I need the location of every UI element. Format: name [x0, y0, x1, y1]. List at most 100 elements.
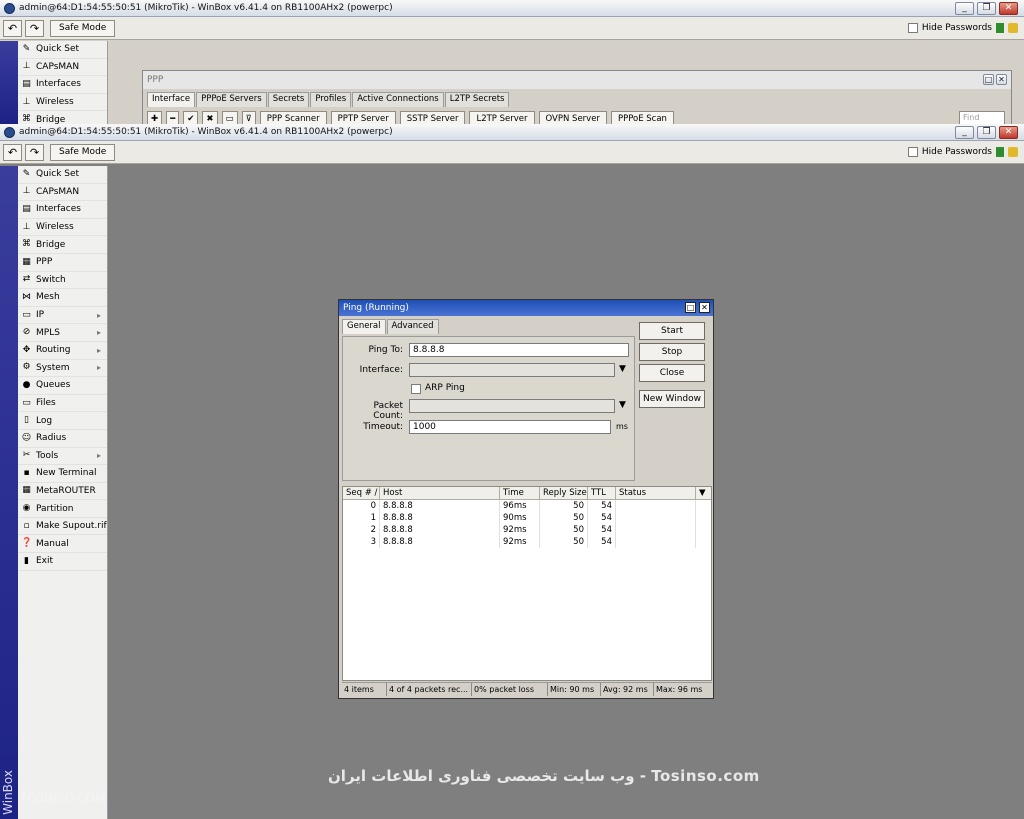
sidebar-item-routing[interactable]: ✥ Routing ▸	[18, 342, 107, 360]
sidebar-item-label: PPP	[36, 257, 53, 268]
columns-dropdown-icon[interactable]: ▼	[696, 487, 710, 499]
sidebar-item-partition[interactable]: ◉ Partition	[18, 500, 107, 518]
interface-dropdown-icon[interactable]: ▼	[619, 364, 626, 374]
sidebar-item-queues[interactable]: ● Queues	[18, 377, 107, 395]
sidebar-item-system[interactable]: ⚙ System ▸	[18, 360, 107, 378]
ppp-maximize-button[interactable]: □	[983, 74, 994, 85]
ppp-button-ovpn-server[interactable]: OVPN Server	[538, 111, 607, 124]
ppp-tab-pppoe-servers[interactable]: PPPoE Servers	[196, 92, 267, 107]
table-row[interactable]: 3 8.8.8.8 92ms 50 54	[343, 536, 711, 548]
undo-button[interactable]: ↶	[3, 143, 22, 161]
add-icon[interactable]: ✚	[147, 111, 163, 124]
ping-to-input[interactable]: 8.8.8.8	[409, 343, 629, 357]
arp-ping-checkbox[interactable]	[411, 384, 421, 394]
metarouter-icon: ▦	[22, 485, 31, 496]
sidebar-item-label: Tools	[36, 450, 59, 461]
ppp-window: PPP □ ✕ Interface PPPoE Servers Secrets Pro…	[142, 70, 1012, 124]
sidebar-item-bridge[interactable]: ⌘ Bridge	[18, 111, 107, 124]
col-host[interactable]: Host	[380, 487, 500, 499]
hide-passwords-checkbox[interactable]	[907, 147, 918, 157]
sidebar-item-ppp[interactable]: ▦ PPP	[18, 254, 107, 272]
sidebar-item-ip[interactable]: ▭ IP ▸	[18, 307, 107, 325]
ppp-tab-l2tp-secrets[interactable]: L2TP Secrets	[444, 92, 510, 107]
remove-icon[interactable]: ━	[166, 111, 180, 124]
tab-advanced[interactable]: Advanced	[386, 319, 439, 334]
sidebar-item-bridge[interactable]: ⌘ Bridge	[18, 236, 107, 254]
redo-button[interactable]: ↷	[25, 19, 44, 37]
table-row[interactable]: 0 8.8.8.8 96ms 50 54	[343, 500, 711, 512]
sidebar-item-manual[interactable]: ❓ Manual	[18, 535, 107, 554]
ppp-tab-profiles[interactable]: Profiles	[310, 92, 352, 107]
redo-button[interactable]: ↷	[25, 143, 44, 161]
ppp-tab-interface[interactable]: Interface	[147, 92, 196, 107]
hide-passwords-checkbox[interactable]	[907, 23, 918, 33]
ppp-tab-active-connections[interactable]: Active Connections	[352, 92, 444, 107]
timeout-input[interactable]: 1000	[409, 420, 611, 434]
stop-button[interactable]: Stop	[639, 343, 705, 361]
sidebar-item-interfaces[interactable]: ▤ Interfaces	[18, 76, 107, 94]
ppp-button-pptp-server[interactable]: PPTP Server	[330, 111, 396, 124]
ppp-button-sstp-server[interactable]: SSTP Server	[399, 111, 466, 124]
close-button[interactable]: ✕	[999, 1, 1018, 15]
find-input[interactable]: Find	[959, 111, 1005, 124]
winbox-brand-strip: WinBox	[0, 166, 18, 819]
sidebar-item-capsman[interactable]: ⊥ CAPsMAN	[18, 184, 107, 202]
sidebar-item-files[interactable]: ▭ Files	[18, 395, 107, 413]
sidebar-item-metarouter[interactable]: ▦ MetaROUTER	[18, 483, 107, 501]
table-row[interactable]: 2 8.8.8.8 92ms 50 54	[343, 524, 711, 536]
col-time[interactable]: Time	[500, 487, 540, 499]
ppp-button-l2tp-server[interactable]: L2TP Server	[469, 111, 535, 124]
ppp-tab-secrets[interactable]: Secrets	[267, 92, 310, 107]
sidebar-item-interfaces[interactable]: ▤ Interfaces	[18, 201, 107, 219]
sidebar-item-new-terminal[interactable]: ▪ New Terminal	[18, 465, 107, 483]
safe-mode-button[interactable]: Safe Mode	[50, 19, 116, 37]
tab-general[interactable]: General	[342, 319, 386, 334]
safe-mode-button[interactable]: Safe Mode	[50, 143, 116, 161]
sidebar-item-wireless[interactable]: ⊥ Wireless	[18, 94, 107, 112]
filter-icon[interactable]: ⊽	[241, 111, 256, 124]
comment-icon[interactable]: ▭	[221, 111, 238, 124]
new-window-button[interactable]: New Window	[639, 390, 705, 408]
minimize-button[interactable]: _	[955, 125, 974, 139]
ppp-button-pppoe-scan[interactable]: PPPoE Scan	[610, 111, 674, 124]
sidebar-item-capsman[interactable]: ⊥ CAPsMAN	[18, 59, 107, 77]
undo-button[interactable]: ↶	[3, 19, 22, 37]
ppp-button-row: ✚ ━ ✔ ✖ ▭ ⊽ PPP Scanner PPTP Server SSTP Server L…	[143, 111, 1011, 124]
submenu-arrow-icon: ▸	[96, 345, 101, 355]
disable-icon[interactable]: ✖	[202, 111, 218, 124]
ppp-close-button[interactable]: ✕	[996, 74, 1007, 85]
sidebar-item-switch[interactable]: ⇄ Switch	[18, 272, 107, 290]
sidebar-item-exit[interactable]: ▮ Exit	[18, 553, 107, 571]
close-dialog-button[interactable]: Close	[639, 364, 705, 382]
col-reply-size[interactable]: Reply Size	[540, 487, 588, 499]
minimize-button[interactable]: _	[955, 1, 974, 15]
packet-count-input[interactable]	[409, 399, 615, 413]
sidebar-item-make-supout-rif[interactable]: ▫ Make Supout.rif	[18, 518, 107, 536]
lock-icon	[1008, 23, 1018, 33]
sidebar-item-wireless[interactable]: ⊥ Wireless	[18, 219, 107, 237]
watermark-brand: TOSINSO.COM	[20, 791, 106, 805]
col-seq[interactable]: Seq # /	[343, 487, 380, 499]
sidebar-item-mpls[interactable]: ⊘ MPLS ▸	[18, 324, 107, 342]
start-button[interactable]: Start	[639, 322, 705, 340]
table-header: Seq # / Host Time Reply Size TTL Status …	[343, 487, 711, 500]
ping-close-button[interactable]: ✕	[699, 302, 710, 313]
close-button[interactable]: ✕	[999, 125, 1018, 139]
sidebar-item-quick-set[interactable]: ✎ Quick Set	[18, 166, 107, 184]
table-row[interactable]: 1 8.8.8.8 90ms 50 54	[343, 512, 711, 524]
sidebar-item-log[interactable]: ▯ Log	[18, 412, 107, 430]
col-status[interactable]: Status	[616, 487, 696, 499]
enable-icon[interactable]: ✔	[183, 111, 199, 124]
sidebar-item-mesh[interactable]: ⋈ Mesh	[18, 289, 107, 307]
ping-maximize-button[interactable]: □	[685, 302, 696, 313]
ppp-button-ppp-scanner[interactable]: PPP Scanner	[259, 111, 327, 124]
sidebar-item-label: Manual	[36, 538, 69, 549]
sidebar-item-radius[interactable]: ☺ Radius	[18, 430, 107, 448]
sidebar-item-tools[interactable]: ✂ Tools ▸	[18, 448, 107, 466]
restore-button[interactable]: ❐	[977, 1, 996, 15]
restore-button[interactable]: ❐	[977, 125, 996, 139]
packet-count-dropdown-icon[interactable]: ▼	[619, 400, 626, 410]
col-ttl[interactable]: TTL	[588, 487, 616, 499]
sidebar-item-quick-set[interactable]: ✎ Quick Set	[18, 41, 107, 59]
interface-select[interactable]	[409, 363, 615, 377]
